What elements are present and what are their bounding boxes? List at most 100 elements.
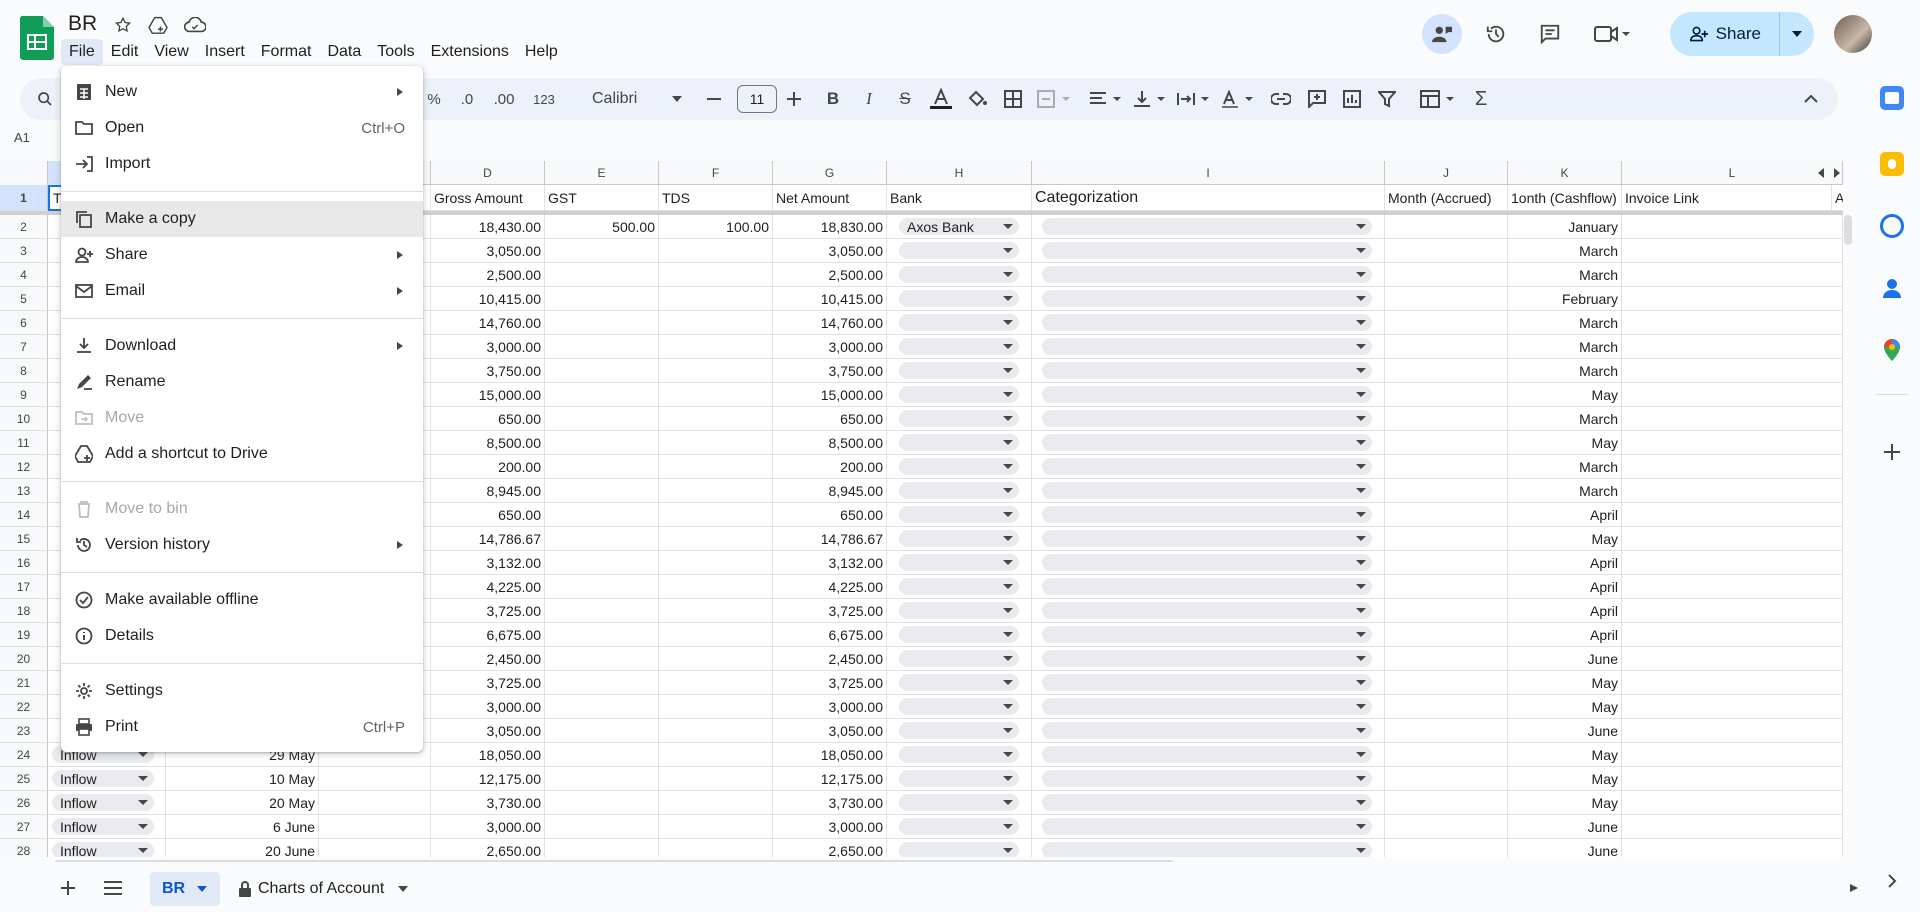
- cell-invoice-link[interactable]: [1622, 431, 1843, 455]
- categorization-chip[interactable]: [1042, 842, 1372, 857]
- cell-gst[interactable]: [545, 623, 659, 647]
- menu-data[interactable]: Data: [319, 39, 369, 65]
- cell-month-cashflow[interactable]: March: [1508, 239, 1622, 263]
- categorization-chip[interactable]: [1042, 698, 1372, 715]
- cell-month-cashflow[interactable]: March: [1508, 407, 1622, 431]
- header-cell-bank[interactable]: Bank: [887, 185, 1032, 211]
- cell-invoice-link[interactable]: [1622, 599, 1843, 623]
- cell-month-cashflow[interactable]: February: [1508, 287, 1622, 311]
- cell-month-cashflow[interactable]: May: [1508, 767, 1622, 791]
- row-header[interactable]: 11: [0, 431, 48, 455]
- cell-net-amount[interactable]: 3,050.00: [773, 239, 887, 263]
- cell-gst[interactable]: [545, 671, 659, 695]
- cell-gst[interactable]: [545, 263, 659, 287]
- cell-net-amount[interactable]: 650.00: [773, 407, 887, 431]
- cell-net-amount[interactable]: 18,050.00: [773, 743, 887, 767]
- filter-icon[interactable]: [1372, 78, 1402, 120]
- file-menu-add-a-shortcut-to-drive[interactable]: Add a shortcut to Drive: [61, 436, 423, 472]
- cell-gross-amount[interactable]: 3,000.00: [431, 695, 545, 719]
- cell-month-accrued[interactable]: [1385, 599, 1508, 623]
- tasks-icon[interactable]: [1880, 214, 1904, 238]
- column-header-g[interactable]: G: [773, 161, 887, 185]
- cell-tds[interactable]: [659, 671, 773, 695]
- row-header[interactable]: 2: [0, 215, 48, 239]
- bank-chip[interactable]: [899, 386, 1019, 403]
- row-header[interactable]: 1: [0, 185, 48, 211]
- cell-c[interactable]: [319, 791, 431, 815]
- cell-invoice-link[interactable]: [1622, 479, 1843, 503]
- row-header[interactable]: 12: [0, 455, 48, 479]
- cell-month-cashflow[interactable]: April: [1508, 623, 1622, 647]
- text-color-icon[interactable]: [924, 78, 958, 120]
- collapse-toolbar-icon[interactable]: [1796, 78, 1826, 120]
- cell-gross-amount[interactable]: 18,430.00: [431, 215, 545, 239]
- share-dropdown-icon[interactable]: [1780, 12, 1814, 56]
- bank-chip[interactable]: [899, 722, 1019, 739]
- text-wrap-icon[interactable]: [1174, 78, 1214, 120]
- cell-month-cashflow[interactable]: April: [1508, 575, 1622, 599]
- move-to-drive-icon[interactable]: [147, 14, 169, 36]
- bank-chip[interactable]: [899, 314, 1019, 331]
- cell-net-amount[interactable]: 14,786.67: [773, 527, 887, 551]
- comments-icon[interactable]: [1530, 14, 1570, 54]
- file-menu-details[interactable]: Details: [61, 618, 423, 654]
- row-header[interactable]: 16: [0, 551, 48, 575]
- number-format-button[interactable]: 123: [526, 78, 562, 120]
- cell-month-accrued[interactable]: [1385, 311, 1508, 335]
- bank-chip[interactable]: [899, 554, 1019, 571]
- cell-net-amount[interactable]: 3,050.00: [773, 719, 887, 743]
- cell-tds[interactable]: [659, 839, 773, 857]
- cell-net-amount[interactable]: 200.00: [773, 455, 887, 479]
- star-icon[interactable]: [112, 14, 134, 36]
- cell-net-amount[interactable]: 15,000.00: [773, 383, 887, 407]
- row-header[interactable]: 10: [0, 407, 48, 431]
- cell-gross-amount[interactable]: 4,225.00: [431, 575, 545, 599]
- column-header-e[interactable]: E: [545, 161, 659, 185]
- file-menu-open[interactable]: Open Ctrl+O: [61, 110, 423, 146]
- cell-month-cashflow[interactable]: April: [1508, 599, 1622, 623]
- cell-gross-amount[interactable]: 3,050.00: [431, 719, 545, 743]
- insert-chart-icon[interactable]: [1337, 78, 1367, 120]
- cell-month-accrued[interactable]: [1385, 671, 1508, 695]
- maps-icon[interactable]: [1880, 338, 1904, 362]
- categorization-chip[interactable]: [1042, 818, 1372, 835]
- cell-month-cashflow[interactable]: March: [1508, 479, 1622, 503]
- type-chip[interactable]: Inflow: [52, 818, 154, 835]
- keep-icon[interactable]: [1880, 152, 1904, 176]
- row-header[interactable]: 13: [0, 479, 48, 503]
- file-menu-make-a-copy[interactable]: Make a copy: [61, 201, 423, 237]
- menu-format[interactable]: Format: [253, 39, 320, 65]
- cell-month-accrued[interactable]: [1385, 695, 1508, 719]
- cell-gross-amount[interactable]: 14,786.67: [431, 527, 545, 551]
- cell-date[interactable]: 20 June: [166, 839, 319, 857]
- categorization-chip[interactable]: [1042, 578, 1372, 595]
- cell-gst[interactable]: [545, 383, 659, 407]
- cell-gross-amount[interactable]: 200.00: [431, 455, 545, 479]
- cell-gross-amount[interactable]: 2,500.00: [431, 263, 545, 287]
- bank-chip[interactable]: [899, 674, 1019, 691]
- cell-gst[interactable]: [545, 551, 659, 575]
- scroll-left-icon[interactable]: [1818, 168, 1824, 178]
- add-addon-icon[interactable]: [1880, 440, 1904, 464]
- bank-chip[interactable]: [899, 338, 1019, 355]
- cell-gross-amount[interactable]: 2,450.00: [431, 647, 545, 671]
- cell-tds[interactable]: [659, 335, 773, 359]
- cell-c[interactable]: [319, 815, 431, 839]
- all-sheets-icon[interactable]: [104, 881, 122, 900]
- vertical-scrollbar[interactable]: [1844, 215, 1852, 245]
- bank-chip[interactable]: [899, 698, 1019, 715]
- avatar[interactable]: [1834, 15, 1872, 53]
- merge-cells-icon[interactable]: [1032, 78, 1076, 120]
- cell-month-accrued[interactable]: [1385, 359, 1508, 383]
- column-header-h[interactable]: H: [887, 161, 1032, 185]
- cell-gst[interactable]: [545, 791, 659, 815]
- cell-net-amount[interactable]: 2,500.00: [773, 263, 887, 287]
- decrease-font-size-icon[interactable]: [700, 78, 728, 120]
- cell-gross-amount[interactable]: 3,750.00: [431, 359, 545, 383]
- cell-invoice-link[interactable]: [1622, 671, 1843, 695]
- fill-color-icon[interactable]: [960, 78, 994, 120]
- cell-month-accrued[interactable]: [1385, 575, 1508, 599]
- cell-month-cashflow[interactable]: May: [1508, 383, 1622, 407]
- horizontal-align-icon[interactable]: [1086, 78, 1126, 120]
- cell-net-amount[interactable]: 2,650.00: [773, 839, 887, 857]
